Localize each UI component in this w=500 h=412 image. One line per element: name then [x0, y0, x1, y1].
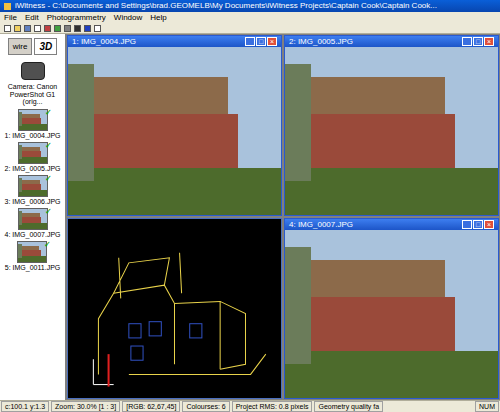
- child-title: 2: IMG_0005.JPG: [289, 38, 462, 46]
- toolbar-tool-icon[interactable]: [4, 25, 11, 32]
- thumbnail[interactable]: ✓ 4: IMG_0007.JPG: [4, 208, 60, 238]
- thumbnail-label: 4: IMG_0007.JPG: [4, 231, 60, 238]
- child-title: 4: IMG_0007.JPG: [289, 221, 462, 229]
- photo: [19, 209, 47, 229]
- menu-item[interactable]: Edit: [25, 14, 39, 22]
- child-window[interactable]: 4: IMG_0007.JPG_□×: [284, 218, 499, 399]
- toolbar-tool-icon[interactable]: [94, 25, 101, 32]
- menu-bar: File Edit Photogrammetry Window Help: [0, 12, 500, 23]
- thumbnail-label: 5: IMG_0011.JPG: [5, 264, 61, 271]
- photo: [68, 47, 281, 215]
- status-field: NUM: [475, 401, 499, 412]
- window-button[interactable]: □: [473, 37, 483, 46]
- child-window[interactable]: 1: IMG_0004.JPG_□×: [67, 35, 282, 216]
- window-button[interactable]: ×: [267, 37, 277, 46]
- status-field: Project RMS: 0.8 pixels: [232, 401, 313, 412]
- check-icon: ✓: [45, 142, 52, 150]
- menu-item[interactable]: File: [4, 14, 17, 22]
- window-button[interactable]: ×: [484, 37, 494, 46]
- thumbnail[interactable]: ✓ 2: IMG_0005.JPG: [4, 142, 60, 172]
- app-icon: [4, 3, 11, 10]
- window-button[interactable]: _: [245, 37, 255, 46]
- thumbnail[interactable]: ✓ 5: IMG_0011.JPG: [5, 241, 61, 271]
- camera-icon: [21, 62, 45, 80]
- camera-label: Camera: Canon PowerShot G1 (orig...: [0, 83, 65, 106]
- child-title: 1: IMG_0004.JPG: [72, 38, 245, 46]
- toolbar-tool-icon[interactable]: [84, 25, 91, 32]
- child-title-bar[interactable]: 1: IMG_0004.JPG_□×: [68, 36, 281, 47]
- photo: [19, 110, 47, 130]
- workspace: 1: IMG_0004.JPG_□×2: IMG_0005.JPG_□×4: I…: [66, 34, 500, 400]
- toolbar-tool-icon[interactable]: [24, 25, 31, 32]
- thumbnail-label: 3: IMG_0006.JPG: [4, 198, 60, 205]
- toolbar-tool-icon[interactable]: [64, 25, 71, 32]
- check-icon: ✓: [45, 175, 52, 183]
- window-button[interactable]: _: [462, 220, 472, 229]
- thumbnail[interactable]: ✓ 3: IMG_0006.JPG: [4, 175, 60, 205]
- toolbar-tool-icon[interactable]: [54, 25, 61, 32]
- status-bar: c:100.1 y:1.3Zoom: 30.0% [1 : 3][RGB: 62…: [0, 400, 500, 412]
- thumbnail-label: 1: IMG_0004.JPG: [4, 132, 60, 139]
- image-sidebar: wire3D Camera: Canon PowerShot G1 (orig..…: [0, 34, 66, 400]
- child-window[interactable]: 2: IMG_0005.JPG_□×: [284, 35, 499, 216]
- menu-item[interactable]: Help: [150, 14, 166, 22]
- photo: [19, 176, 47, 196]
- status-field: Geometry quality fa: [314, 401, 383, 412]
- status-field: c:100.1 y:1.3: [1, 401, 49, 412]
- photo: [285, 47, 498, 215]
- child-window[interactable]: [67, 218, 282, 399]
- view-button[interactable]: wire: [8, 38, 33, 55]
- check-icon: ✓: [44, 241, 51, 249]
- status-field: Colourses: 6: [182, 401, 229, 412]
- thumbnail-label: 2: IMG_0005.JPG: [4, 165, 60, 172]
- check-icon: ✓: [45, 208, 52, 216]
- menu-item[interactable]: Photogrammetry: [47, 14, 106, 22]
- status-field: [RGB: 62,67,45]: [122, 401, 180, 412]
- window-title: iWitness - C:\Documents and Settings\bra…: [15, 2, 437, 10]
- window-button[interactable]: □: [256, 37, 266, 46]
- view-button[interactable]: 3D: [34, 38, 57, 55]
- check-icon: ✓: [45, 109, 52, 117]
- toolbar-tool-icon[interactable]: [74, 25, 81, 32]
- toolbar-tool-icon[interactable]: [14, 25, 21, 32]
- photo: [285, 230, 498, 398]
- window-button[interactable]: □: [473, 220, 483, 229]
- child-title-bar[interactable]: 2: IMG_0005.JPG_□×: [285, 36, 498, 47]
- app-window: iWitness - C:\Documents and Settings\bra…: [0, 0, 500, 412]
- toolbar-tool-icon[interactable]: [34, 25, 41, 32]
- window-button[interactable]: ×: [484, 220, 494, 229]
- wireframe-model-icon: [68, 219, 281, 398]
- child-title-bar[interactable]: 4: IMG_0007.JPG_□×: [285, 219, 498, 230]
- photo: [19, 143, 47, 163]
- title-bar[interactable]: iWitness - C:\Documents and Settings\bra…: [0, 0, 500, 12]
- thumbnail[interactable]: ✓ 1: IMG_0004.JPG: [4, 109, 60, 139]
- photo: [18, 242, 46, 262]
- toolbar-tool-icon[interactable]: [44, 25, 51, 32]
- menu-item[interactable]: Window: [114, 14, 142, 22]
- window-button[interactable]: _: [462, 37, 472, 46]
- 3d-view[interactable]: [68, 219, 281, 398]
- status-field: Zoom: 30.0% [1 : 3]: [51, 401, 120, 412]
- toolbar: [0, 23, 500, 34]
